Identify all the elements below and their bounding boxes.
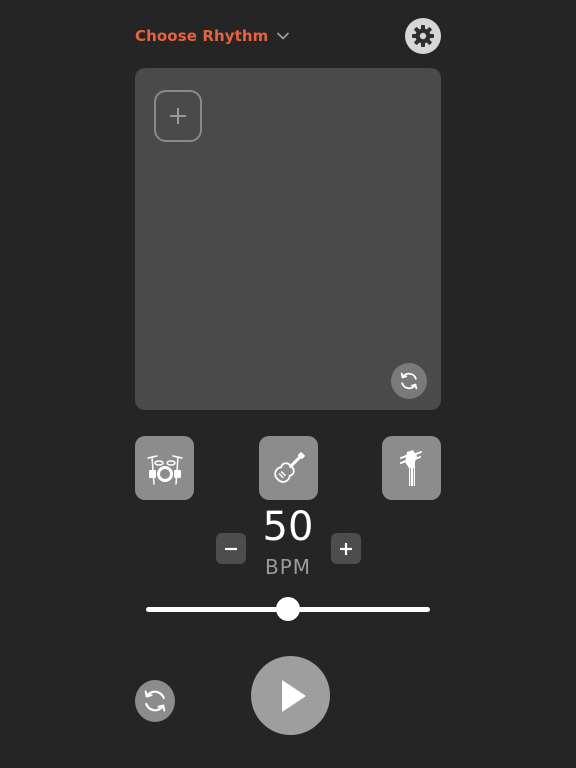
play-icon [281,679,306,712]
chevron-down-icon [277,32,290,40]
rhythm-pad[interactable] [135,68,441,410]
bpm-unit-label: BPM [264,555,312,579]
minus-icon [225,547,237,550]
reset-button[interactable] [135,680,175,722]
metronome-screen: Choose Rhythm 50 BPM [0,0,576,768]
tempo-slider[interactable] [146,597,430,621]
increase-bpm-button[interactable] [331,533,361,564]
pad-refresh-button[interactable] [391,363,427,399]
bass-button[interactable] [382,436,441,500]
electric-guitar-icon [273,452,305,483]
choose-rhythm-dropdown[interactable]: Choose Rhythm [135,24,290,48]
add-pattern-button[interactable] [154,90,202,142]
settings-button[interactable] [405,18,441,54]
guitar-button[interactable] [259,436,318,500]
refresh-icon [144,690,166,712]
gear-icon [412,25,434,47]
refresh-icon [400,372,418,390]
plus-icon [340,542,352,555]
bpm-value: 50 [262,504,314,550]
plus-icon [170,108,186,124]
tempo-slider-thumb[interactable] [276,597,300,621]
bass-headstock-icon [399,450,422,486]
drums-button[interactable] [135,436,194,500]
choose-rhythm-label: Choose Rhythm [135,27,269,45]
play-button[interactable] [251,656,330,735]
drum-kit-icon [146,455,183,485]
